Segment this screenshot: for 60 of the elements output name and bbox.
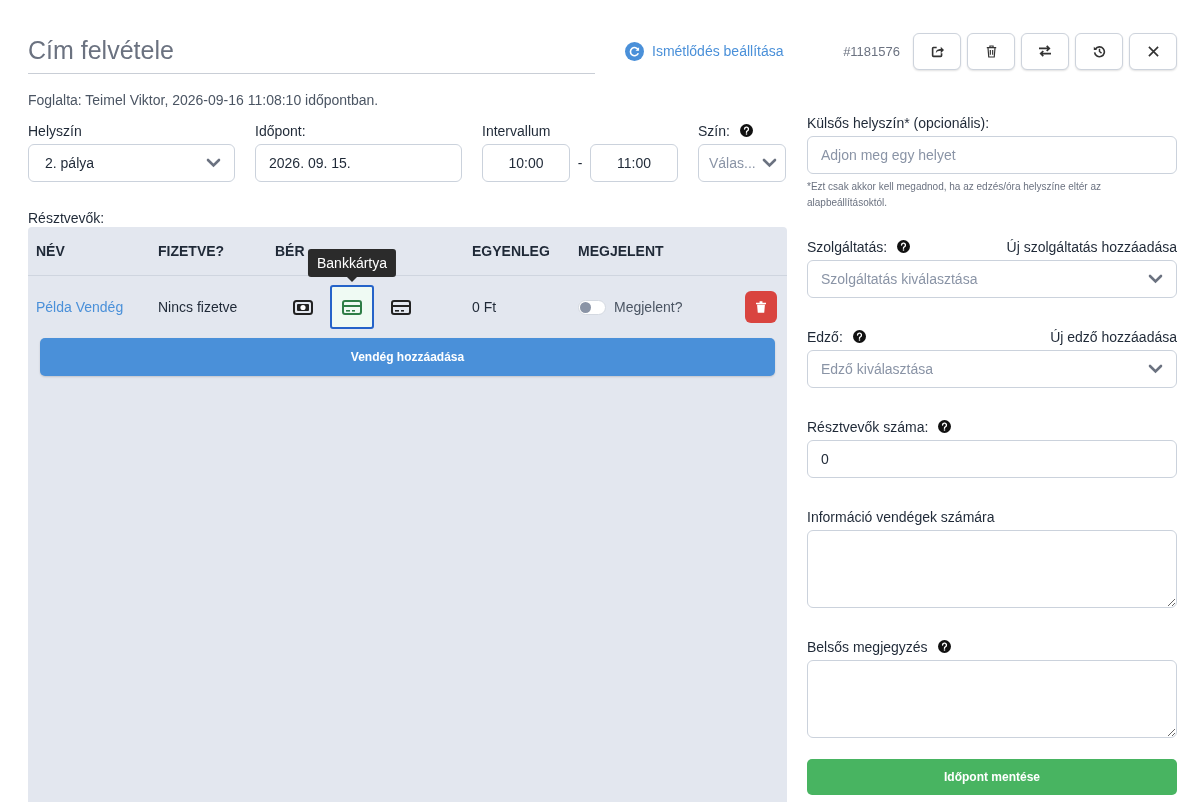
delete-button[interactable]	[967, 32, 1015, 70]
trash-icon	[985, 44, 997, 58]
history-icon	[1092, 44, 1106, 58]
external-location-field[interactable]: Adjon meg egy helyet	[807, 136, 1177, 174]
chevron-icon	[1148, 364, 1163, 374]
credit-card-icon	[342, 299, 362, 315]
field-label: Szolgáltatás:	[807, 238, 888, 255]
attended-toggle[interactable]	[578, 299, 606, 315]
history-button[interactable]	[1075, 32, 1123, 70]
field-label: Helyszín	[28, 122, 83, 139]
delete-button[interactable]	[745, 291, 777, 323]
column-header: EGYENLEG	[472, 243, 551, 259]
chevron-icon	[206, 158, 221, 168]
range-separator: -	[576, 155, 584, 171]
date-field[interactable]: 2026. 09. 15.	[255, 144, 462, 182]
column-header: NÉV	[36, 243, 66, 259]
balance: 0 Ft	[472, 299, 498, 315]
participant-count-field[interactable]: 0	[807, 440, 1177, 478]
field-label: Résztvevők száma:	[807, 418, 929, 435]
field-label: Információ vendégek számára	[807, 508, 995, 525]
column-header: BÉR	[275, 243, 306, 259]
swap-button[interactable]	[1021, 32, 1069, 70]
booked-by-text: Foglalta: Teimel Viktor, 2026-09-16 11:08:10 időpontban.	[28, 92, 380, 109]
help-icon	[852, 330, 866, 343]
end-time-field[interactable]: 11:00	[590, 144, 678, 182]
column-header: FIZETVE?	[158, 243, 226, 259]
field-label: Edző:	[807, 328, 843, 345]
start-time-field[interactable]: 10:00	[482, 144, 570, 182]
field-label: Külsős helyszín* (opcionális):	[807, 114, 990, 131]
add-link[interactable]: Új edző hozzáadása	[1050, 328, 1177, 345]
paid-status: Nincs fizetve	[158, 299, 239, 315]
help-icon	[897, 240, 911, 253]
close-button[interactable]	[1129, 32, 1177, 70]
field-label: Időpont:	[255, 122, 307, 139]
help-icon	[937, 640, 951, 653]
share-icon	[930, 44, 944, 58]
location-select[interactable]: 2. pálya	[28, 144, 235, 182]
cash-icon	[293, 299, 313, 315]
refresh-icon	[625, 41, 644, 61]
attended-label: Megjelent?	[614, 299, 683, 315]
add-link[interactable]: Új szolgáltatás hozzáadása	[1006, 238, 1177, 255]
hint-text: *Ezt csak akkor kell megadnod, ha az edzés/óra helyszíne eltér az alapbeállításoktól.	[807, 180, 1103, 210]
field-label: Intervallum	[482, 122, 552, 139]
guest-info-field[interactable]	[807, 530, 1177, 608]
column-header: MEGJELENT	[578, 243, 665, 259]
swap-icon	[1038, 45, 1052, 57]
share-button[interactable]	[913, 32, 961, 70]
credit-card-icon	[391, 299, 411, 315]
field-label: Belsős megjegyzés	[807, 638, 928, 655]
chevron-icon	[762, 158, 777, 168]
internal-note-field[interactable]	[807, 660, 1177, 738]
field-label: Szín:	[698, 122, 730, 139]
booking-id: #1181576	[843, 43, 900, 59]
trash-icon	[756, 301, 766, 313]
help-icon	[938, 420, 952, 433]
tooltip: Bankkártya	[308, 249, 396, 282]
chevron-icon	[1148, 274, 1163, 284]
close-icon	[1147, 45, 1159, 57]
participants-label: Résztvevők:	[28, 210, 106, 227]
help-icon	[739, 124, 753, 137]
